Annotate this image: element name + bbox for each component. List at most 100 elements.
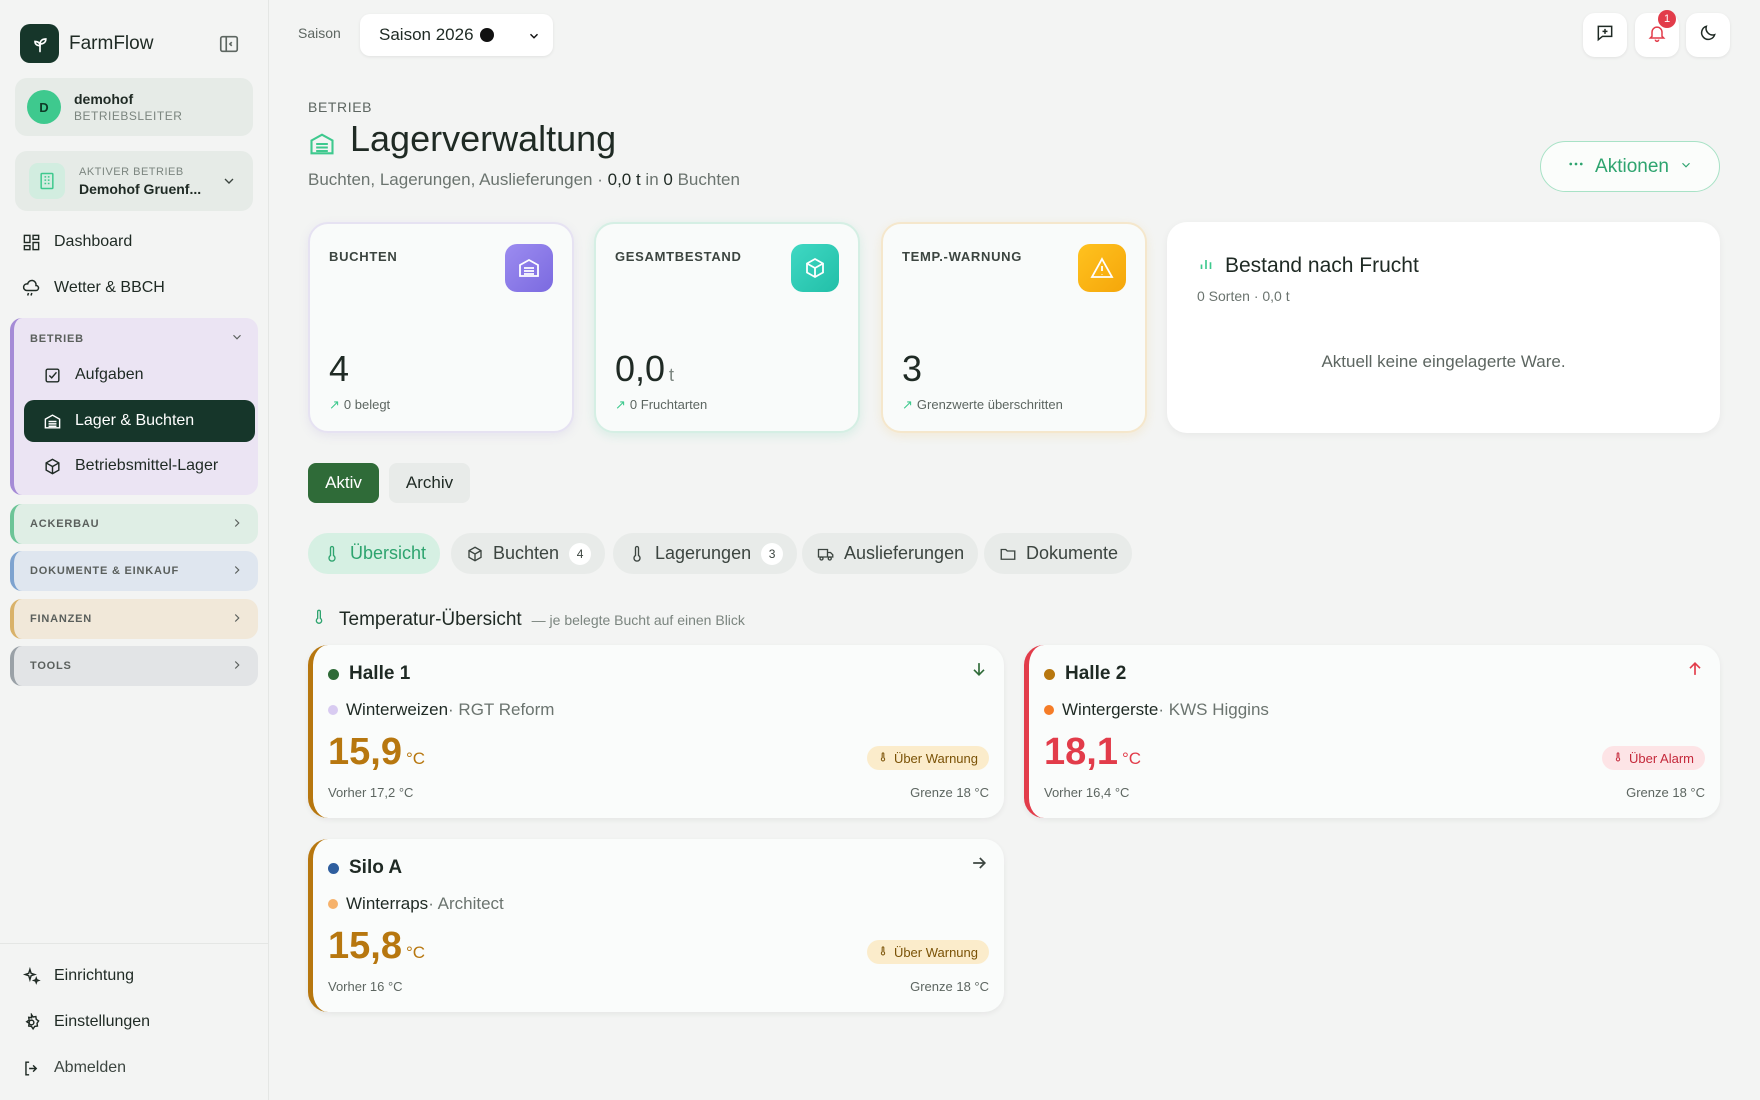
bay-crop: Winterweizen · RGT Reform	[328, 700, 554, 720]
nav-settings[interactable]: Einstellungen	[20, 1011, 150, 1033]
previous-temperature: Vorher 17,2 °C	[328, 785, 414, 800]
season-value: Saison 2026	[379, 25, 474, 44]
toggle-archive[interactable]: Archiv	[389, 463, 470, 503]
bay-name: Halle 1	[328, 663, 410, 685]
tab-documents-label: Dokumente	[1026, 543, 1119, 563]
bay-status-dot	[328, 668, 339, 680]
sprout-icon	[20, 24, 59, 63]
nav-supplies[interactable]: Betriebsmittel-Lager	[24, 445, 255, 487]
package-icon	[791, 244, 839, 292]
feedback-button[interactable]	[1583, 13, 1627, 57]
stat-value-number: 0,0	[615, 348, 666, 389]
stat-value: 4	[329, 348, 349, 390]
nav-logout[interactable]: Abmelden	[20, 1057, 126, 1079]
subtitle-prefix: Buchten, Lagerungen, Auslieferungen ·	[308, 170, 608, 189]
status-badge: Über Alarm	[1601, 746, 1705, 770]
crop-dot	[328, 899, 338, 909]
arrow-up-right-icon: ↗	[615, 397, 626, 412]
bay-temperature: 15,8 °C	[328, 925, 425, 968]
farm-selector[interactable]: AKTIVER BETRIEB Demohof Gruenf...	[15, 151, 253, 211]
bay-temp-card[interactable]: Halle 1 Winterweizen · RGT Reform 15,9 °C Üb…	[308, 645, 1004, 818]
tab-storages[interactable]: Lagerungen 3	[613, 533, 798, 574]
fruit-empty-message: Aktuell keine eingelagerte Ware.	[1321, 352, 1566, 371]
bay-temperature: 15,9 °C	[328, 731, 425, 774]
nav-tasks[interactable]: Aufgaben	[24, 354, 255, 396]
nav-setup[interactable]: Einrichtung	[20, 965, 134, 987]
season-select[interactable]: Saison 2026	[360, 14, 553, 56]
bay-name: Silo A	[328, 857, 402, 879]
bay-name-text: Silo A	[349, 857, 403, 878]
nav-weather[interactable]: Wetter & BBCH	[20, 277, 165, 299]
user-card[interactable]: D demohof BETRIEBSLEITER	[15, 78, 253, 136]
stat-hint-text: 0 Fruchtarten	[629, 397, 708, 412]
toggle-active[interactable]: Aktiv	[308, 463, 379, 503]
message-plus-icon	[1595, 23, 1615, 48]
temperature-unit: °C	[405, 943, 426, 962]
temperature-value: 18,1	[1044, 731, 1118, 773]
tab-documents[interactable]: Dokumente	[984, 533, 1133, 574]
warehouse-icon	[308, 125, 336, 155]
dashboard-icon	[20, 231, 42, 253]
tab-bays[interactable]: Buchten 4	[451, 533, 606, 574]
checkbox-icon	[41, 364, 63, 386]
bay-temp-card[interactable]: Silo A Winterraps · Architect 15,8 °C Über W…	[308, 839, 1004, 1012]
gear-icon	[20, 1011, 42, 1033]
trend-up-icon	[1685, 659, 1705, 679]
nav-group-documents[interactable]: DOKUMENTE & EINKAUF	[10, 551, 258, 591]
nav-dashboard-label: Dashboard	[54, 233, 133, 250]
actions-button[interactable]: Aktionen	[1540, 141, 1720, 192]
brand[interactable]: FarmFlow	[20, 24, 153, 63]
season-label: Saison	[298, 25, 341, 41]
notifications-button[interactable]: 1	[1635, 10, 1679, 57]
status-badge: Über Warnung	[866, 940, 989, 964]
stat-hint-text: 0 belegt	[343, 397, 391, 412]
nav-storage[interactable]: Lager & Buchten	[24, 400, 255, 442]
nav-group-betrieb-label[interactable]: BETRIEB	[30, 333, 84, 345]
stat-unit: t	[669, 365, 675, 385]
nav-dashboard[interactable]: Dashboard	[20, 231, 132, 253]
logout-icon	[20, 1057, 42, 1079]
stat-card-total: GESAMTBESTAND 0,0 t ↗ 0 Fruchtarten	[594, 222, 860, 433]
nav-group-documents-label: DOKUMENTE & EINKAUF	[30, 565, 180, 577]
nav-group-ackerbau-label: ACKERBAU	[30, 518, 100, 530]
theme-toggle[interactable]	[1686, 13, 1730, 57]
stat-value: 3	[902, 348, 922, 390]
temp-overview-hint: — je belegte Bucht auf einen Blick	[531, 612, 745, 628]
sidebar-collapse-icon[interactable]	[218, 33, 240, 55]
user-name: demohof	[74, 91, 134, 107]
tab-deliveries[interactable]: Auslieferungen	[802, 533, 979, 574]
tab-count: 4	[569, 542, 592, 565]
nav-group-tools-label: TOOLS	[30, 660, 72, 672]
sidebar: FarmFlow D demohof BETRIEBSLEITER AKTIVE…	[0, 0, 269, 1100]
bar-chart-icon	[1197, 254, 1215, 278]
trend-down-icon	[969, 659, 989, 679]
chevron-right-icon	[230, 611, 244, 630]
tab-overview[interactable]: Übersicht	[308, 533, 441, 574]
arrow-up-right-icon: ↗	[902, 397, 913, 412]
folder-icon	[998, 544, 1018, 564]
nav-group-ackerbau[interactable]: ACKERBAU	[10, 504, 258, 544]
chevron-right-icon	[230, 658, 244, 677]
crop-dot	[1044, 705, 1054, 715]
stat-label: BUCHTEN	[329, 249, 398, 264]
crop-name: Wintergerste	[1062, 700, 1159, 719]
nav-group-finance-label: FINANZEN	[30, 613, 93, 625]
chevron-down-icon[interactable]	[230, 330, 244, 349]
nav-storage-label: Lager & Buchten	[75, 412, 195, 429]
bay-status-dot	[328, 862, 339, 874]
stat-label: GESAMTBESTAND	[615, 249, 742, 264]
bay-name-text: Halle 1	[349, 663, 411, 684]
bay-temperature: 18,1 °C	[1044, 731, 1141, 774]
bay-temp-card[interactable]: Halle 2 Wintergerste · KWS Higgins 18,1 °C Ü…	[1024, 645, 1720, 818]
stat-value-number: 4	[329, 348, 350, 389]
stat-hint: ↗ Grenzwerte überschritten	[902, 397, 1063, 413]
status-badge-text: Über Warnung	[893, 944, 978, 960]
nav-settings-label: Einstellungen	[54, 1013, 151, 1030]
nav-supplies-label: Betriebsmittel-Lager	[75, 457, 219, 474]
nav-group-finance[interactable]: FINANZEN	[10, 599, 258, 639]
stat-hint: ↗ 0 Fruchtarten	[615, 397, 707, 413]
nav-group-tools[interactable]: TOOLS	[10, 646, 258, 686]
temp-overview-title: Temperatur-Übersicht	[339, 609, 522, 630]
tab-bays-label: Buchten	[493, 543, 560, 563]
nav-setup-label: Einrichtung	[54, 967, 135, 984]
